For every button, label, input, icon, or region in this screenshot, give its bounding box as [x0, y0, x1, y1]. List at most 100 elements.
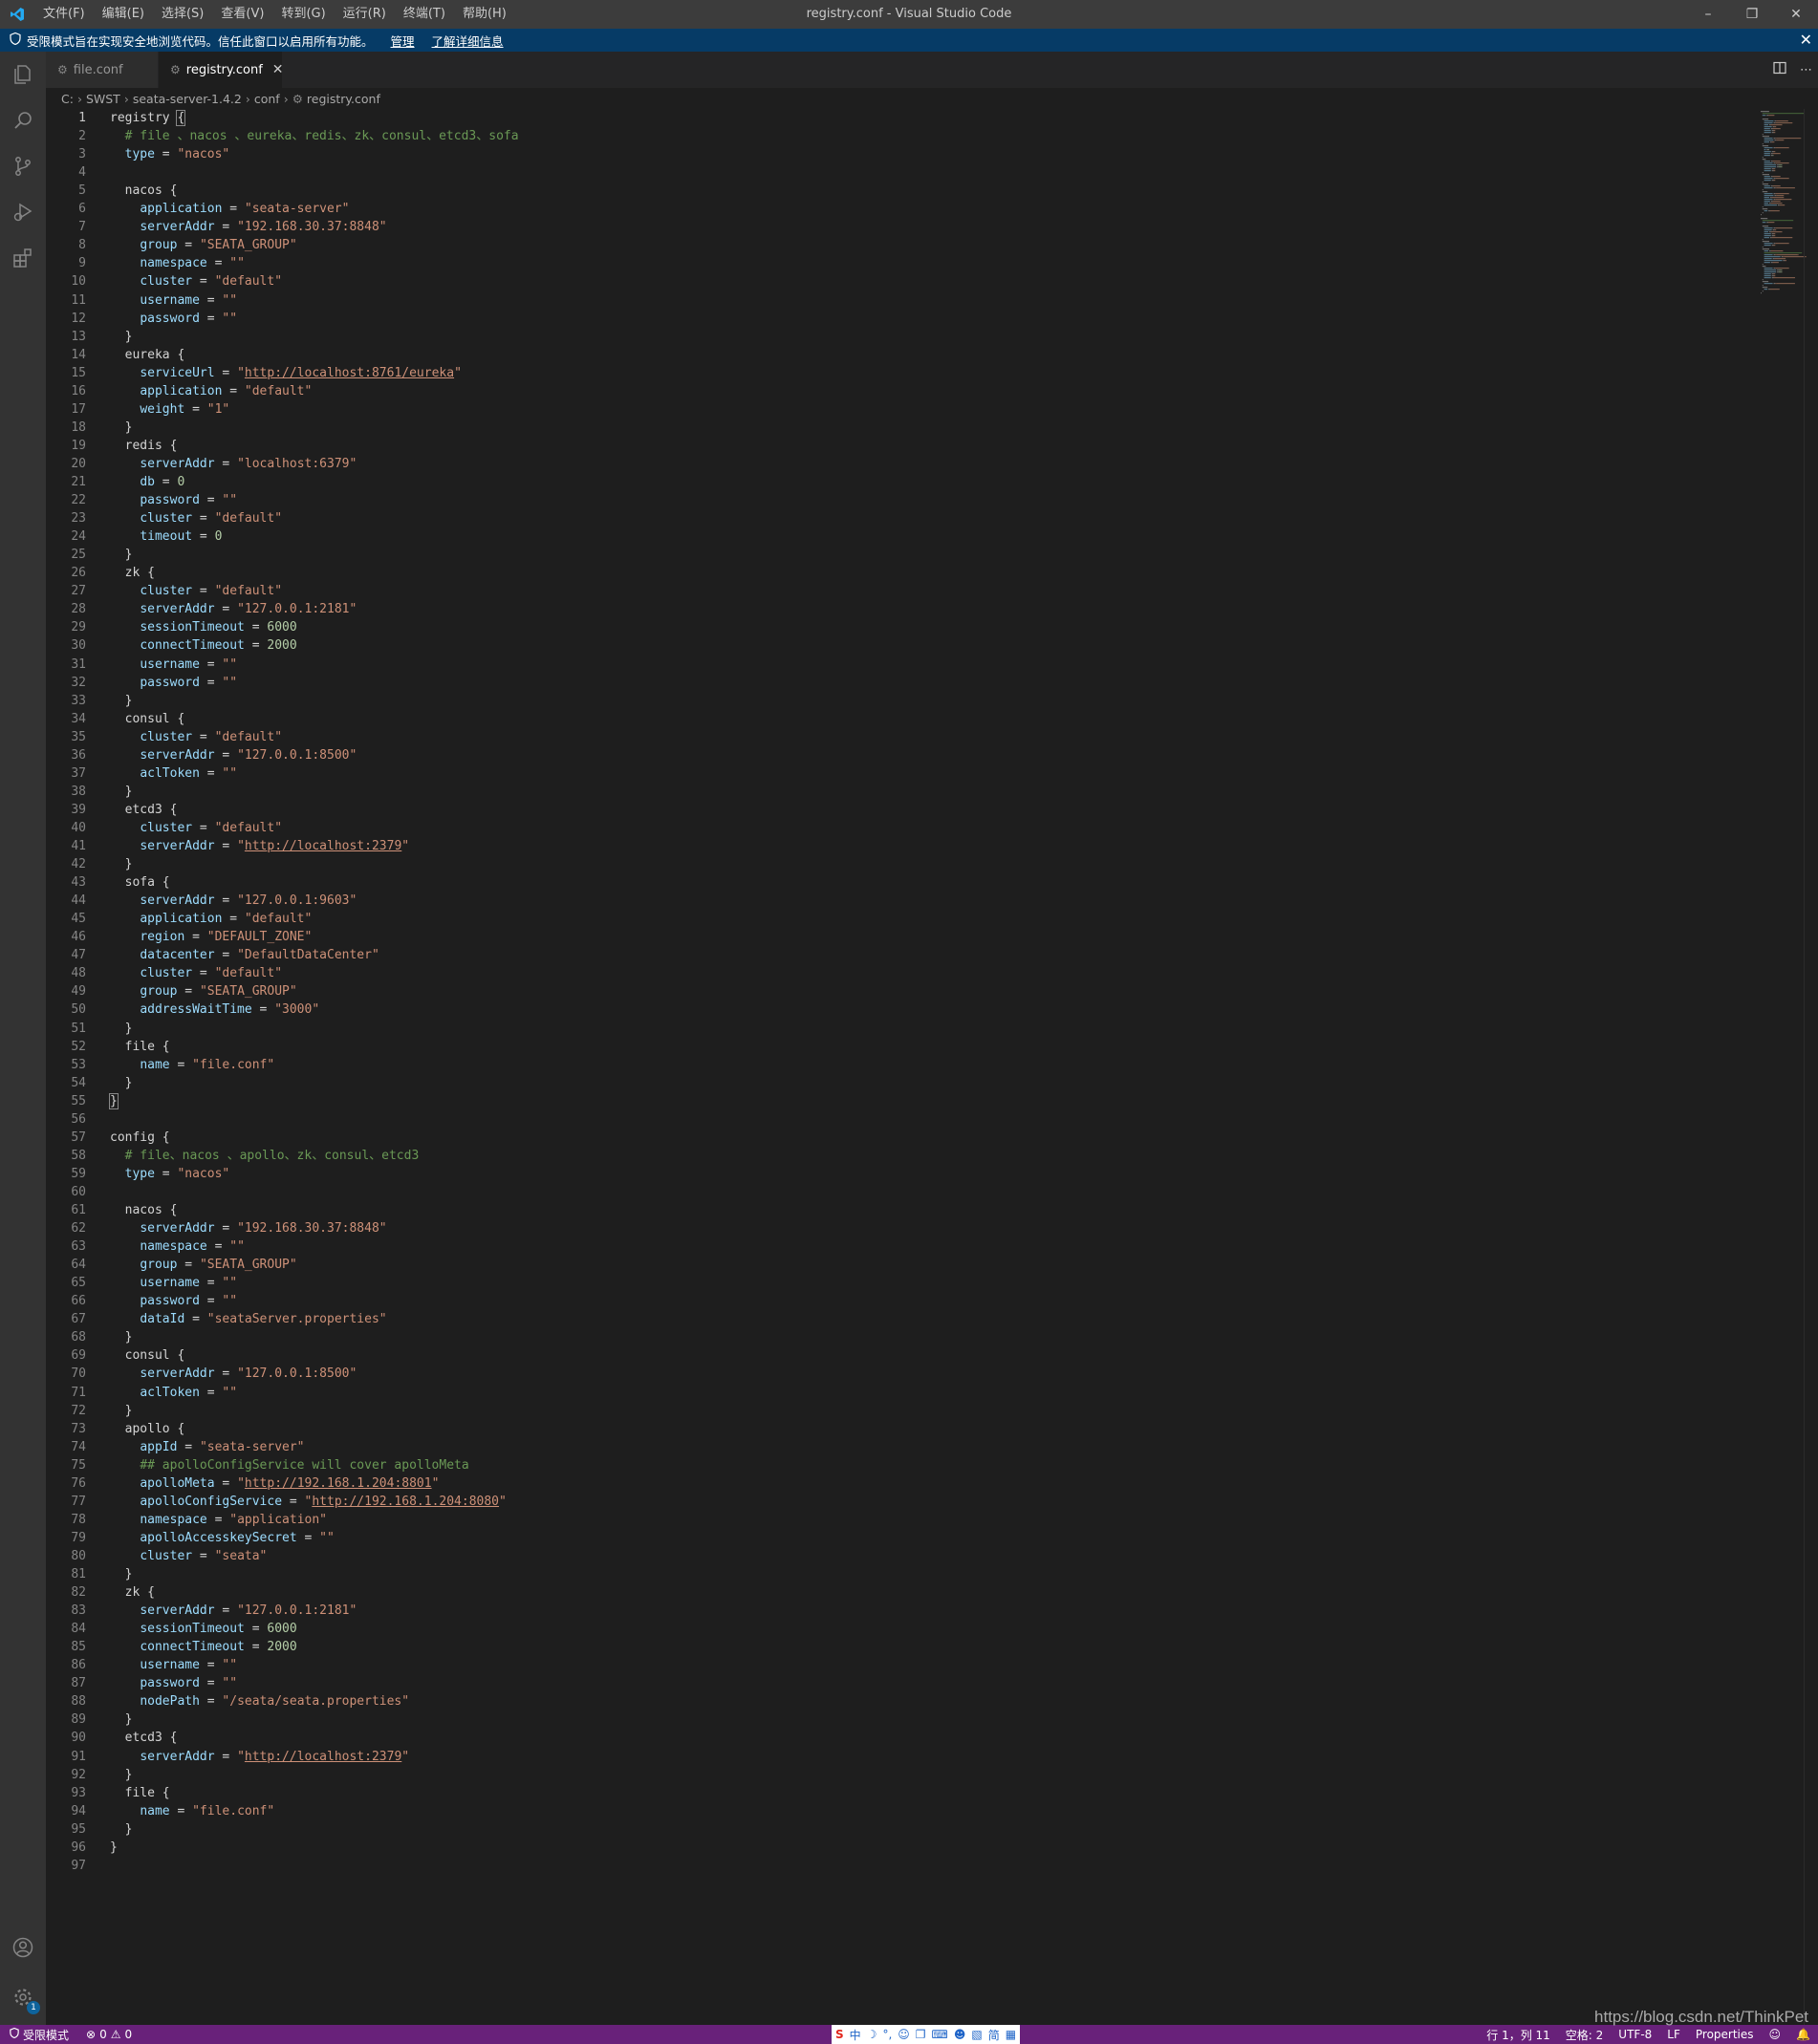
menu-item[interactable]: 帮助(H)	[454, 0, 515, 29]
skin-icon[interactable]: ▧	[971, 2028, 982, 2041]
code-line: 55}	[46, 1092, 119, 1110]
code-line: 21 db = 0	[46, 473, 184, 491]
code-token: }	[110, 1712, 133, 1728]
minimap-line	[1794, 283, 1795, 285]
cursor-position[interactable]: 行 1，列 11	[1486, 2027, 1550, 2043]
minimap-line	[1771, 132, 1774, 134]
emoji-icon[interactable]: ☺	[898, 2028, 910, 2041]
clipboard-icon[interactable]: ❐	[916, 2028, 926, 2041]
code-editor[interactable]: 1 registry {2 # file 、nacos 、eureka、redis…	[46, 109, 1818, 2025]
minimap-line	[1764, 210, 1768, 212]
code-string: "	[237, 839, 245, 853]
code-token: =	[169, 1057, 193, 1072]
code-token: sofa {	[110, 875, 170, 891]
ime-mode[interactable]: 中	[850, 2027, 861, 2043]
menu-item[interactable]: 转到(G)	[272, 0, 334, 29]
language-mode[interactable]: Properties	[1696, 2028, 1754, 2041]
line-number: 96	[71, 1840, 86, 1855]
code-string[interactable]: http://192.168.1.204:8801	[245, 1476, 432, 1491]
code-token: =	[192, 1548, 215, 1563]
code-token: =	[192, 274, 215, 290]
line-number: 67	[71, 1312, 86, 1327]
minimap-line	[1762, 287, 1768, 289]
minimap-line	[1764, 128, 1770, 130]
line-number: 25	[71, 548, 86, 563]
code-line: 94 name = "file.conf"	[46, 1802, 274, 1820]
menu-item[interactable]: 选择(S)	[153, 0, 212, 29]
line-number: 19	[71, 438, 86, 453]
minimap-line	[1775, 162, 1789, 164]
code-string[interactable]: http://localhost:2379	[245, 839, 401, 853]
minimap-line	[1764, 289, 1768, 290]
code-key: password	[140, 493, 200, 508]
accounts-icon[interactable]	[0, 1925, 46, 1970]
close-tab-icon[interactable]: ✕	[272, 62, 284, 77]
close-banner-icon[interactable]: ✕	[1800, 29, 1812, 52]
line-number: 23	[71, 511, 86, 527]
code-line: 69 consul {	[46, 1346, 184, 1365]
moon-icon[interactable]: ☽	[867, 2028, 877, 2041]
menu-item[interactable]: 运行(R)	[335, 0, 395, 29]
notifications-icon[interactable]: 🔔	[1796, 2028, 1810, 2041]
minimap-line	[1773, 147, 1776, 149]
breadcrumb-item[interactable]: seata-server-1.4.2	[133, 92, 242, 106]
problems-status[interactable]: ⊗ 0 ⚠ 0	[78, 2028, 140, 2041]
breadcrumb-item[interactable]: conf	[254, 92, 280, 106]
banner-text: 受限模式旨在实现安全地浏览代码。信任此窗口以启用所有功能。	[27, 33, 374, 49]
sogou-icon[interactable]: S	[835, 2028, 844, 2041]
menu-item[interactable]: 编辑(E)	[94, 0, 153, 29]
code-string[interactable]: http://192.168.1.204:8080	[312, 1495, 499, 1509]
punctuation-icon[interactable]: °,	[882, 2028, 892, 2041]
indentation[interactable]: 空格: 2	[1566, 2027, 1604, 2043]
minimap-line	[1772, 201, 1781, 203]
explorer-icon[interactable]	[0, 52, 46, 97]
code-string[interactable]: http://localhost:8761/eureka	[245, 366, 454, 380]
feedback-icon[interactable]: ☺	[1769, 2028, 1782, 2041]
end-of-line[interactable]: LF	[1667, 2028, 1680, 2041]
code-line: 17 weight = "1"	[46, 400, 229, 419]
manage-gear-icon[interactable]: 1	[0, 1974, 46, 2020]
restricted-mode-status[interactable]: 受限模式	[0, 2026, 79, 2043]
source-control-icon[interactable]	[0, 143, 46, 189]
search-icon[interactable]	[0, 97, 46, 143]
grid-icon[interactable]: ▦	[1006, 2028, 1016, 2041]
breadcrumb-item[interactable]: SWST	[86, 92, 120, 106]
overview-ruler[interactable]	[1804, 109, 1818, 2025]
code-key: cluster	[140, 966, 193, 981]
run-debug-icon[interactable]	[0, 189, 46, 235]
keyboard-icon[interactable]: ⌨	[932, 2028, 948, 2041]
learn-more-link[interactable]: 了解详细信息	[432, 32, 504, 50]
minimap-line	[1764, 132, 1771, 134]
close-window-icon[interactable]: ✕	[1774, 0, 1818, 29]
encoding[interactable]: UTF-8	[1618, 2028, 1652, 2041]
minimize-icon[interactable]: –	[1686, 0, 1730, 29]
menu-item[interactable]: 终端(T)	[395, 0, 454, 29]
line-number: 77	[71, 1494, 86, 1509]
user-icon[interactable]: ☻	[954, 2028, 966, 2041]
more-actions-icon[interactable]: ⋯	[1800, 63, 1812, 77]
tab-file-conf[interactable]: ⚙ file.conf	[46, 52, 159, 88]
breadcrumb-item[interactable]: registry.conf	[307, 92, 380, 106]
menu-item[interactable]: 查看(V)	[212, 0, 272, 29]
code-line: 66 password = ""	[46, 1292, 237, 1310]
code-token: zk {	[110, 1585, 155, 1601]
code-string[interactable]: http://localhost:2379	[245, 1750, 401, 1764]
manage-link[interactable]: 管理	[391, 32, 415, 50]
ime-simplified[interactable]: 简	[988, 2027, 1000, 2043]
minimap-line	[1762, 113, 1804, 115]
code-string: "default"	[214, 511, 283, 527]
minimap-line	[1764, 155, 1770, 157]
extensions-icon[interactable]	[0, 235, 46, 281]
split-editor-icon[interactable]	[1773, 61, 1786, 78]
restore-icon[interactable]: ❐	[1730, 0, 1774, 29]
tab-registry-conf[interactable]: ⚙ registry.conf ✕	[159, 52, 284, 88]
code-line: 1 registry {	[46, 109, 186, 127]
code-string: "127.0.0.1:9603"	[237, 893, 357, 909]
breadcrumb-item[interactable]: C:	[61, 92, 74, 106]
menu-item[interactable]: 文件(F)	[34, 0, 94, 29]
code-key: password	[140, 675, 200, 690]
line-number: 26	[71, 566, 86, 581]
